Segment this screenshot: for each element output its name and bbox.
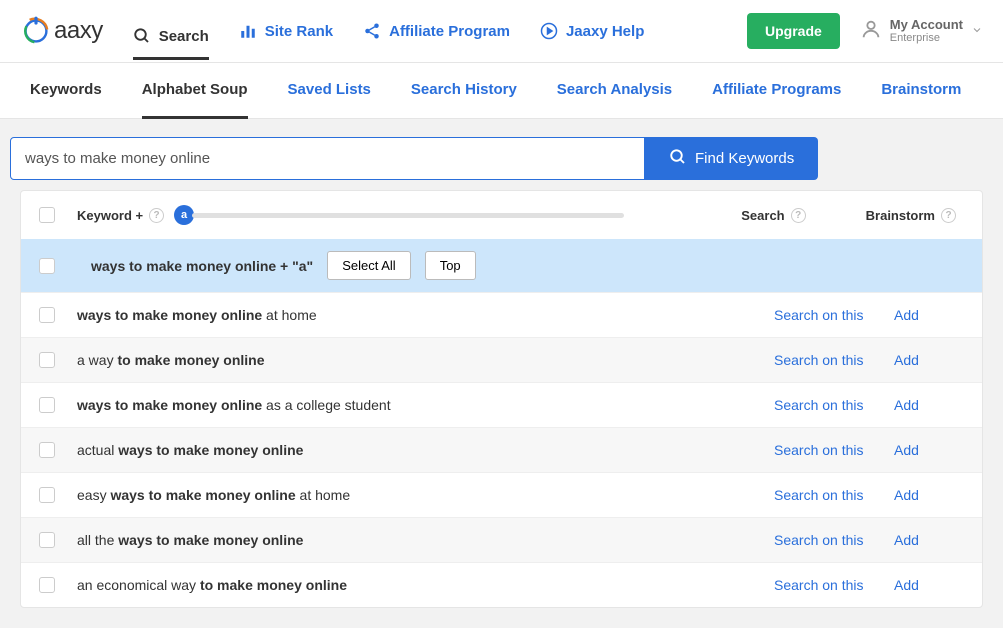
filter-label: ways to make money online + "a" xyxy=(91,258,313,274)
result-row: an economical way to make money onlineSe… xyxy=(21,562,982,607)
row-checkbox[interactable] xyxy=(39,397,55,413)
tab-alphabet-soup[interactable]: Alphabet Soup xyxy=(142,63,248,119)
column-brainstorm[interactable]: Brainstorm xyxy=(866,208,935,223)
result-row: a way to make money onlineSearch on this… xyxy=(21,337,982,382)
search-icon xyxy=(133,27,151,45)
row-checkbox[interactable] xyxy=(39,352,55,368)
keyword-text: a way to make money online xyxy=(77,352,774,368)
add-link[interactable]: Add xyxy=(894,487,964,503)
filter-checkbox[interactable] xyxy=(39,258,55,274)
search-on-this-link[interactable]: Search on this xyxy=(774,307,870,323)
result-row: easy ways to make money online at homeSe… xyxy=(21,472,982,517)
add-link[interactable]: Add xyxy=(894,352,964,368)
add-link[interactable]: Add xyxy=(894,397,964,413)
tab-search-analysis[interactable]: Search Analysis xyxy=(557,63,672,118)
keyword-text: an economical way to make money online xyxy=(77,577,774,593)
add-link[interactable]: Add xyxy=(894,307,964,323)
account-sub: Enterprise xyxy=(890,32,963,44)
tab-saved-lists[interactable]: Saved Lists xyxy=(288,63,371,118)
column-keyword[interactable]: Keyword + xyxy=(77,208,143,223)
play-circle-icon xyxy=(540,22,558,40)
top-button[interactable]: Top xyxy=(425,251,476,280)
logo-icon xyxy=(20,15,52,47)
add-link[interactable]: Add xyxy=(894,442,964,458)
search-on-this-link[interactable]: Search on this xyxy=(774,442,870,458)
alphabet-slider[interactable]: a xyxy=(174,205,624,225)
search-on-this-link[interactable]: Search on this xyxy=(774,487,870,503)
search-on-this-link[interactable]: Search on this xyxy=(774,397,870,413)
row-checkbox[interactable] xyxy=(39,532,55,548)
help-icon[interactable]: ? xyxy=(149,208,164,223)
nav-help-label: Jaaxy Help xyxy=(566,23,644,40)
keyword-text: ways to make money online at home xyxy=(77,307,774,323)
filter-row: ways to make money online + "a" Select A… xyxy=(21,239,982,292)
account-title: My Account xyxy=(890,18,963,32)
upgrade-button[interactable]: Upgrade xyxy=(747,13,840,49)
help-icon[interactable]: ? xyxy=(941,208,956,223)
logo[interactable]: aaxy xyxy=(20,15,103,47)
result-row: ways to make money online as a college s… xyxy=(21,382,982,427)
search-on-this-link[interactable]: Search on this xyxy=(774,532,870,548)
keyword-text: easy ways to make money online at home xyxy=(77,487,774,503)
keyword-search-input[interactable] xyxy=(10,137,645,180)
nav-affiliate-label: Affiliate Program xyxy=(389,23,510,40)
chevron-down-icon xyxy=(971,23,983,39)
result-row: all the ways to make money onlineSearch … xyxy=(21,517,982,562)
tab-brainstorm[interactable]: Brainstorm xyxy=(881,63,961,118)
slider-knob[interactable]: a xyxy=(174,205,194,225)
tab-search-history[interactable]: Search History xyxy=(411,63,517,118)
row-checkbox[interactable] xyxy=(39,307,55,323)
nav-affiliate[interactable]: Affiliate Program xyxy=(363,10,510,52)
search-icon xyxy=(669,148,687,170)
select-all-button[interactable]: Select All xyxy=(327,251,410,280)
help-icon[interactable]: ? xyxy=(791,208,806,223)
find-keywords-label: Find Keywords xyxy=(695,150,794,167)
keyword-text: actual ways to make money online xyxy=(77,442,774,458)
tab-affiliate-programs[interactable]: Affiliate Programs xyxy=(712,63,841,118)
row-checkbox[interactable] xyxy=(39,487,55,503)
bars-icon xyxy=(239,22,257,40)
result-row: actual ways to make money onlineSearch o… xyxy=(21,427,982,472)
keyword-text: all the ways to make money online xyxy=(77,532,774,548)
row-checkbox[interactable] xyxy=(39,577,55,593)
account-menu[interactable]: My Account Enterprise xyxy=(860,18,983,44)
result-row: ways to make money online at homeSearch … xyxy=(21,292,982,337)
select-all-checkbox[interactable] xyxy=(39,207,55,223)
keyword-text: ways to make money online as a college s… xyxy=(77,397,774,413)
search-on-this-link[interactable]: Search on this xyxy=(774,352,870,368)
row-checkbox[interactable] xyxy=(39,442,55,458)
add-link[interactable]: Add xyxy=(894,577,964,593)
slider-track[interactable] xyxy=(192,213,624,218)
find-keywords-button[interactable]: Find Keywords xyxy=(645,137,818,180)
nav-help[interactable]: Jaaxy Help xyxy=(540,10,644,52)
column-search[interactable]: Search xyxy=(741,208,784,223)
tab-keywords[interactable]: Keywords xyxy=(30,63,102,118)
nav-siterank[interactable]: Site Rank xyxy=(239,10,333,52)
share-icon xyxy=(363,22,381,40)
user-icon xyxy=(860,18,882,43)
add-link[interactable]: Add xyxy=(894,532,964,548)
search-on-this-link[interactable]: Search on this xyxy=(774,577,870,593)
nav-search[interactable]: Search xyxy=(133,15,209,60)
logo-text: aaxy xyxy=(54,17,103,45)
nav-search-label: Search xyxy=(159,28,209,45)
nav-siterank-label: Site Rank xyxy=(265,23,333,40)
